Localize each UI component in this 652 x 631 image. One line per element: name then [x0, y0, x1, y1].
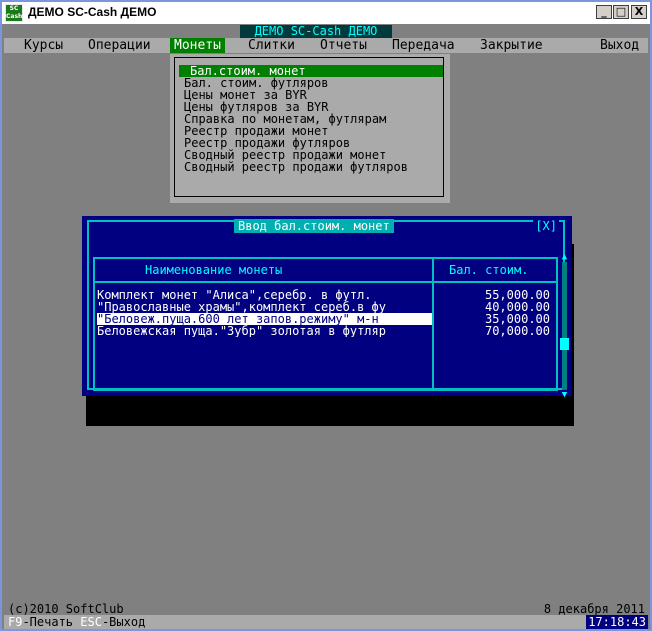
table-row-name[interactable]: "Православные храмы",комплект сереб.в фу: [97, 301, 432, 313]
column-separator: [432, 259, 434, 389]
menu-item-slitki[interactable]: Слитки: [248, 38, 295, 53]
window-title: ДЕМО SC-Cash ДЕМО: [28, 5, 157, 19]
maximize-button[interactable]: □: [613, 5, 629, 19]
menu-bar: Курсы Операции Монеты Слитки Отчеты Пере…: [4, 38, 648, 53]
menu-item-kursy[interactable]: Курсы: [24, 38, 63, 53]
scroll-down-icon[interactable]: ▼: [560, 390, 569, 400]
column-header-name: Наименование монеты: [145, 263, 283, 277]
copyright-text: (c)2010 SoftClub: [8, 602, 124, 616]
table-row-name[interactable]: Беловежская пуща."Зубр" золотая в футляр: [97, 325, 432, 337]
status-bar: F9-Печать ESC-Выход 17:18:43: [4, 615, 648, 629]
app-icon[interactable]: SC Cash: [5, 4, 23, 22]
close-button[interactable]: X: [631, 5, 647, 19]
minimize-button[interactable]: _: [596, 5, 612, 19]
hotkeys: F9-Печать ESC-Выход: [8, 616, 145, 628]
app-icon-glyph: SC Cash: [6, 5, 23, 21]
menu-item-monety[interactable]: Монеты: [170, 38, 225, 53]
dialog-close-button[interactable]: [X]: [533, 219, 559, 233]
console-area: ДЕМО SC-Cash ДЕМО Курсы Операции Монеты …: [4, 24, 648, 629]
table-row-name[interactable]: Комплект монет "Алиса",серебр. в футл.: [97, 289, 432, 301]
menu-item-peredacha[interactable]: Передача: [392, 38, 455, 53]
scroll-thumb[interactable]: [560, 338, 569, 350]
dialog-scrollbar[interactable]: ▲ ▼: [560, 252, 569, 402]
coin-table: Наименование монеты Бал. стоим. Комплект…: [93, 257, 558, 391]
title-bar: SC Cash ДЕМО SC-Cash ДЕМО _ □ X: [2, 2, 650, 24]
dropdown-frame: Бал.стоим. монет Бал. стоим. футляров Це…: [174, 57, 444, 197]
dialog-title: Ввод бал.стоим. монет: [234, 219, 394, 233]
scroll-track[interactable]: [562, 262, 567, 390]
menu-item-vykhod[interactable]: Выход: [600, 38, 639, 53]
menu-item-operatsii[interactable]: Операции: [88, 38, 151, 53]
app-title: ДЕМО SC-Cash ДЕМО: [240, 25, 392, 38]
hotkey-print-key[interactable]: F9: [8, 615, 22, 629]
table-row-name-selected[interactable]: "Беловеж.пуща.600 лет запов.режиму" м-н: [97, 313, 432, 325]
header-separator: [95, 281, 556, 283]
table-row-value[interactable]: 70,000.00: [440, 325, 550, 337]
column-header-value: Бал. стоим.: [449, 263, 529, 277]
dropdown-item[interactable]: Сводный реестр продажи футляров: [184, 161, 408, 173]
current-date: 8 декабря 2011: [543, 602, 645, 616]
hotkey-print-label: -Печать: [22, 615, 74, 629]
menu-item-zakrytie[interactable]: Закрытие: [480, 38, 543, 53]
hotkey-exit-label: -Выход: [101, 615, 146, 629]
hotkey-exit-key[interactable]: ESC: [80, 615, 102, 629]
header-line: ДЕМО SC-Cash ДЕМО: [4, 24, 648, 38]
menu-item-otchety[interactable]: Отчеты: [320, 38, 367, 53]
balance-value-dialog: Ввод бал.стоим. монет [X] Наименование м…: [82, 216, 572, 400]
monety-dropdown-menu: Бал.стоим. монет Бал. стоим. футляров Це…: [170, 54, 450, 203]
scroll-up-icon[interactable]: ▲: [560, 252, 569, 262]
clock: 17:18:43: [586, 615, 648, 629]
app-window: SC Cash ДЕМО SC-Cash ДЕМО _ □ X ДЕМО SC-C…: [0, 0, 652, 631]
